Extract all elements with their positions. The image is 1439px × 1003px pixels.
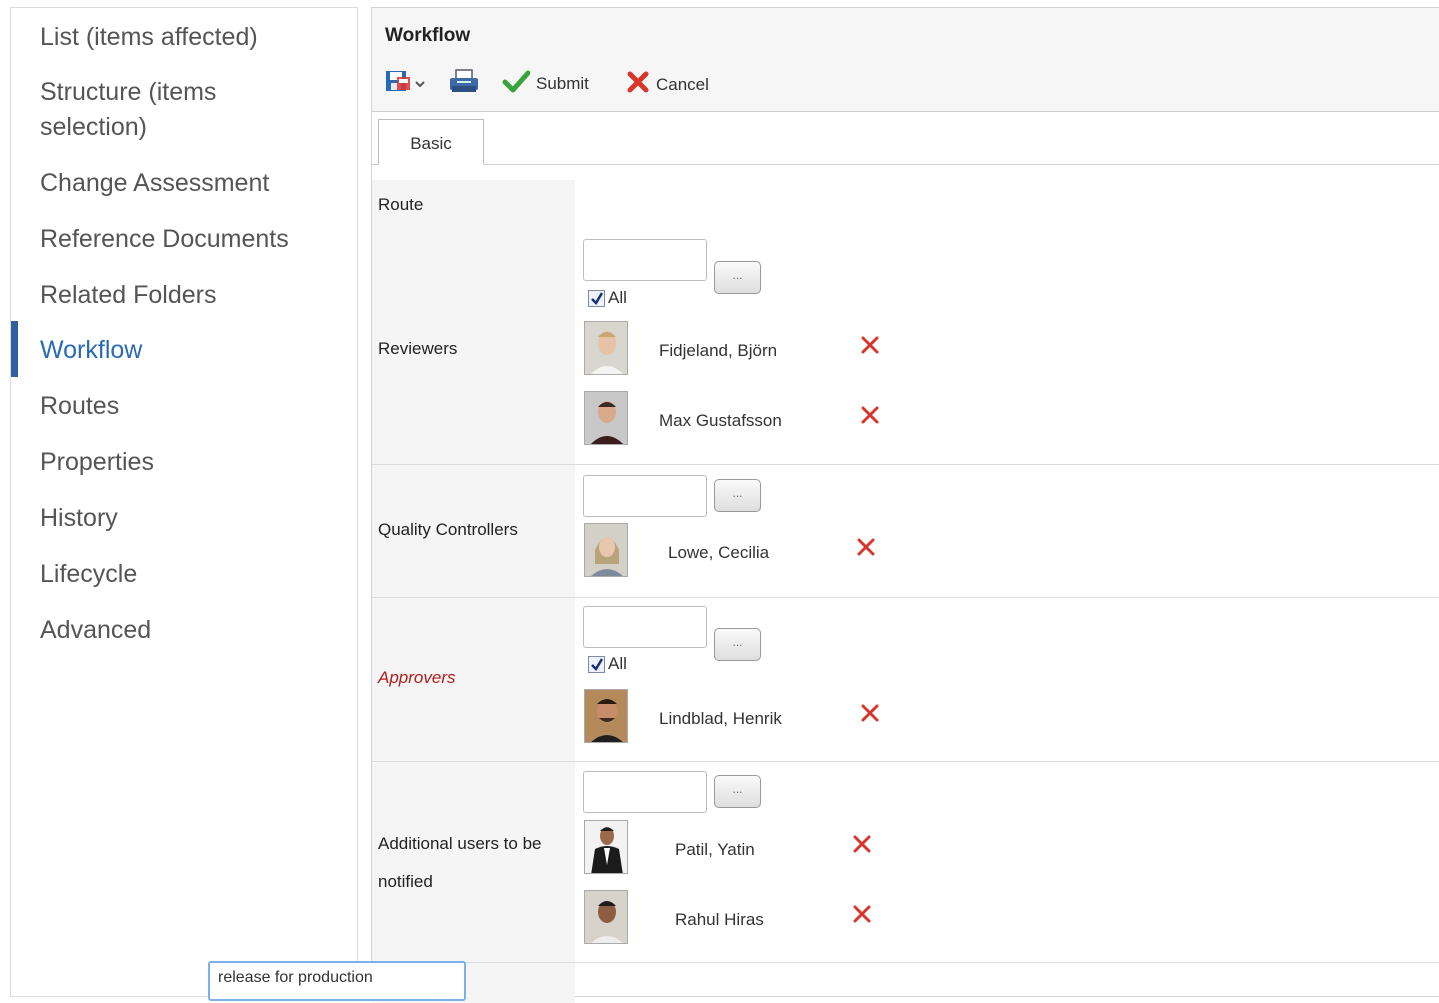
save-icon	[384, 68, 412, 99]
checkbox-icon	[588, 655, 605, 673]
reviewers-browse-button[interactable]: ...	[714, 261, 761, 294]
avatar	[584, 890, 628, 944]
approvers-all-label: All	[608, 654, 627, 673]
reviewers-all-checkbox[interactable]: All	[588, 288, 627, 308]
user-name: Rahul Hiras	[675, 910, 764, 929]
submit-button[interactable]: Submit	[502, 68, 589, 99]
panel-header: Workflow Submit Cancel	[372, 8, 1439, 112]
check-icon	[502, 68, 531, 99]
approvers-input[interactable]	[583, 606, 707, 648]
sidebar-item-change-assessment[interactable]: Change Assessment	[40, 166, 269, 201]
approvers-row: Approvers ... All Lindblad, Henrik	[372, 598, 1439, 762]
sidebar-item-routes[interactable]: Routes	[40, 389, 119, 424]
tab-basic[interactable]: Basic	[378, 119, 484, 165]
quality-controller-user-1: Lowe, Cecilia	[584, 523, 1184, 579]
user-name: Max Gustafsson	[659, 411, 782, 430]
cancel-icon	[626, 70, 650, 99]
sidebar-item-reference-documents[interactable]: Reference Documents	[40, 222, 289, 257]
user-name: Fidjeland, Björn	[659, 341, 778, 360]
sidebar-item-workflow[interactable]: Workflow	[40, 333, 142, 368]
additional-users-browse-button[interactable]: ...	[714, 775, 761, 808]
user-name: Lowe, Cecilia	[668, 543, 770, 562]
additional-user-1: Patil, Yatin	[584, 820, 1184, 876]
avatar	[584, 391, 628, 445]
workflow-panel: Workflow Submit Cancel Basic Route Revie…	[371, 7, 1439, 1003]
quality-controllers-label: Quality Controllers	[378, 520, 518, 539]
sidebar-item-history[interactable]: History	[40, 501, 118, 536]
additional-users-label-line2: notified	[378, 872, 433, 891]
avatar	[584, 523, 628, 577]
route-label: Route	[378, 195, 424, 214]
reviewers-input[interactable]	[583, 239, 707, 281]
sidebar-item-lifecycle[interactable]: Lifecycle	[40, 557, 137, 592]
submit-label: Submit	[536, 73, 589, 93]
page-title: Workflow	[385, 25, 471, 46]
approvers-all-checkbox[interactable]: All	[588, 654, 627, 674]
reviewer-user-1: Fidjeland, Björn	[584, 321, 1184, 377]
label-column	[372, 180, 575, 464]
description-input[interactable]: release for production	[208, 961, 466, 1001]
reviewers-all-label: All	[608, 288, 627, 307]
tab-bar: Basic	[372, 112, 1439, 165]
remove-icon[interactable]	[854, 535, 878, 559]
remove-icon[interactable]	[850, 902, 874, 926]
remove-icon[interactable]	[850, 832, 874, 856]
additional-users-label-line1: Additional users to be	[378, 834, 542, 853]
print-button[interactable]	[448, 68, 480, 99]
avatar	[584, 689, 628, 743]
checkbox-icon	[588, 289, 605, 307]
sidebar-item-list[interactable]: List (items affected)	[40, 20, 258, 55]
printer-icon	[448, 68, 480, 99]
approvers-browse-button[interactable]: ...	[714, 628, 761, 661]
sidebar-item-properties[interactable]: Properties	[40, 445, 154, 480]
cancel-button[interactable]: Cancel	[626, 70, 709, 99]
sidebar-item-structure[interactable]: Structure (items selection)	[40, 75, 280, 145]
additional-users-input[interactable]	[583, 771, 707, 813]
approvers-label: Approvers	[378, 668, 456, 687]
cancel-label: Cancel	[656, 74, 709, 94]
user-name: Lindblad, Henrik	[659, 709, 782, 728]
reviewers-row: Route Reviewers ... All Fidjeland, Björn…	[372, 180, 1439, 465]
active-indicator	[11, 321, 18, 377]
remove-icon[interactable]	[858, 333, 882, 357]
additional-users-row: Additional users to be notified ... Pati…	[372, 762, 1439, 963]
reviewers-label: Reviewers	[378, 339, 458, 358]
remove-icon[interactable]	[858, 701, 882, 725]
avatar	[584, 321, 628, 375]
sidebar-item-related-folders[interactable]: Related Folders	[40, 278, 216, 313]
reviewer-user-2: Max Gustafsson	[584, 391, 1184, 447]
approver-user-1: Lindblad, Henrik	[584, 689, 1184, 745]
quality-controllers-row: Quality Controllers ... Lowe, Cecilia	[372, 465, 1439, 598]
sidebar-nav: List (items affected) Structure (items s…	[10, 7, 358, 997]
quality-controllers-input[interactable]	[583, 475, 707, 517]
additional-user-2: Rahul Hiras	[584, 890, 1184, 946]
save-menu-button[interactable]	[384, 68, 426, 99]
chevron-down-icon	[414, 74, 426, 94]
user-name: Patil, Yatin	[675, 840, 755, 859]
sidebar-item-advanced[interactable]: Advanced	[40, 613, 151, 648]
quality-controllers-browse-button[interactable]: ...	[714, 479, 761, 512]
avatar	[584, 820, 628, 874]
remove-icon[interactable]	[858, 403, 882, 427]
label-column	[372, 762, 575, 962]
